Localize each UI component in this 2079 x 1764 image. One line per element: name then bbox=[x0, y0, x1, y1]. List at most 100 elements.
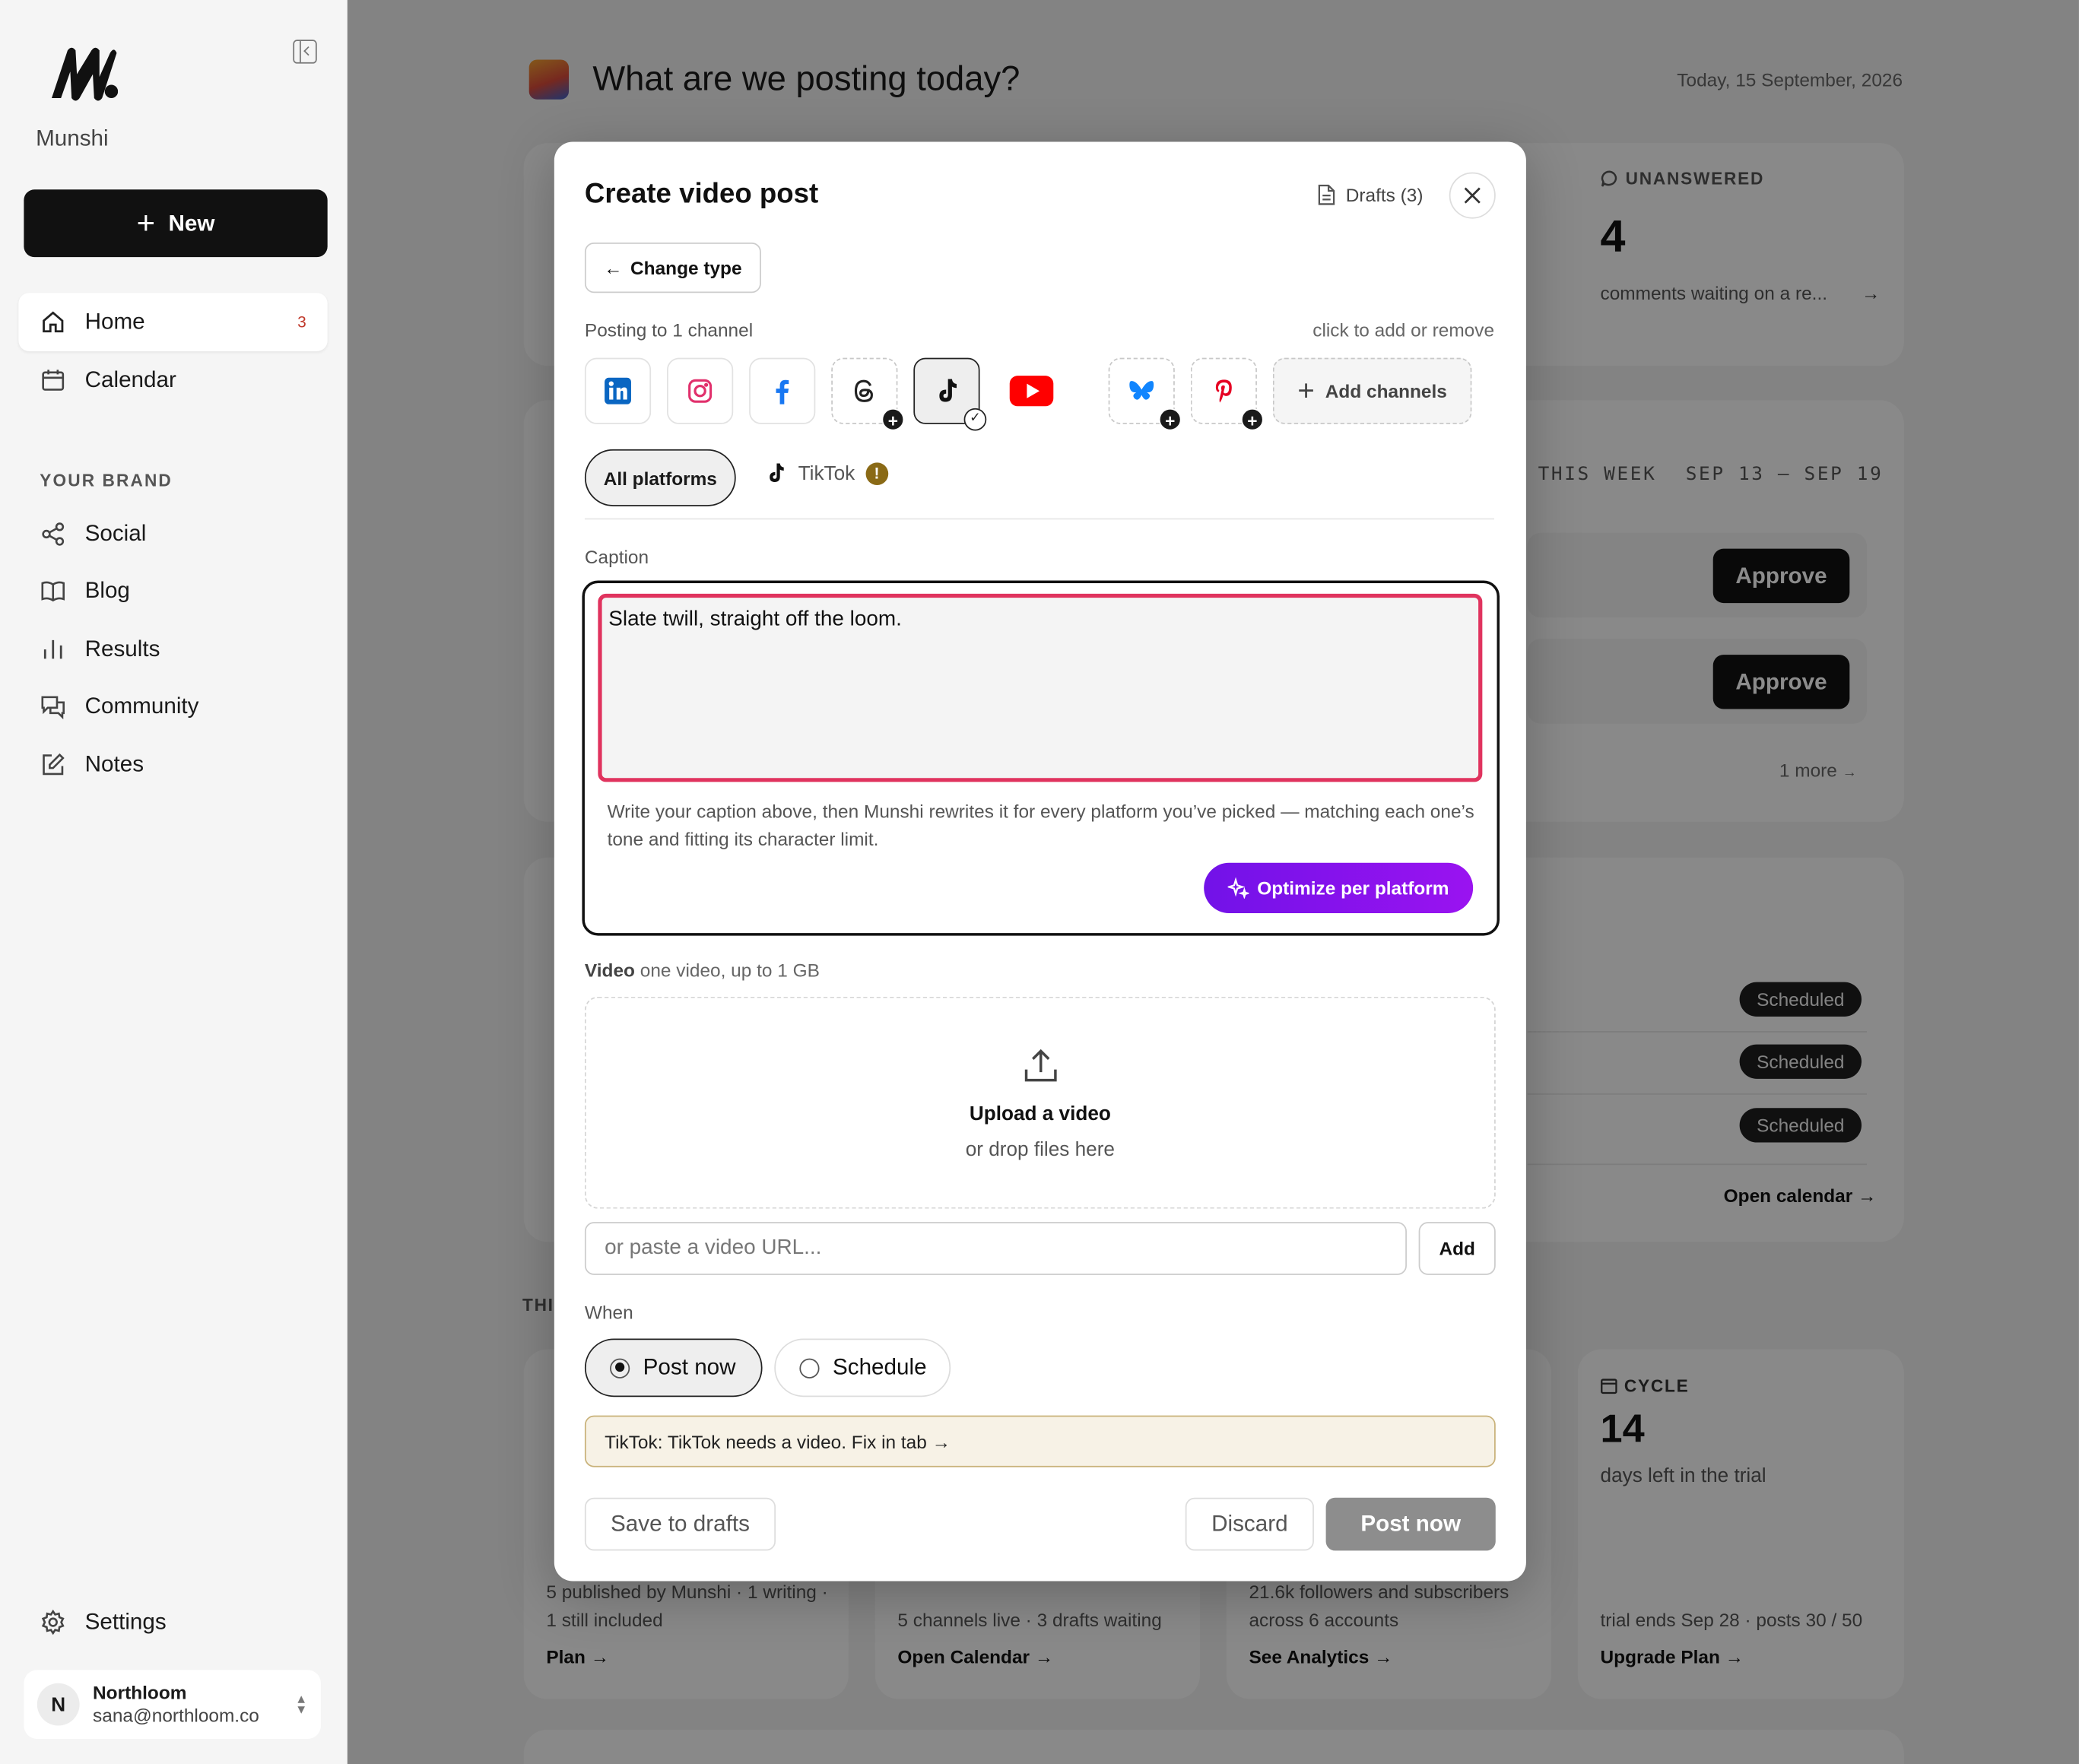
sparkle-icon bbox=[1227, 877, 1249, 899]
post-now-button[interactable]: Post now bbox=[1325, 1497, 1496, 1551]
video-dropzone[interactable]: Upload a video or drop files here bbox=[584, 996, 1496, 1209]
avatar: N bbox=[37, 1683, 80, 1726]
sidebar-item-label: Results bbox=[84, 636, 160, 662]
channel-linkedin[interactable] bbox=[584, 357, 652, 424]
divider bbox=[584, 518, 1495, 520]
upload-icon bbox=[1024, 1049, 1057, 1082]
new-button[interactable]: + New bbox=[24, 189, 328, 258]
sidebar-item-social[interactable]: Social bbox=[18, 505, 327, 563]
new-button-label: New bbox=[168, 210, 215, 236]
channel-pinterest[interactable]: + bbox=[1190, 357, 1264, 431]
post-now-option[interactable]: Post now bbox=[584, 1338, 763, 1398]
add-badge-icon: + bbox=[881, 408, 905, 431]
collapse-sidebar-icon[interactable] bbox=[293, 40, 317, 64]
account-email: sana@northloom.co bbox=[93, 1704, 259, 1726]
sidebar-item-home[interactable]: Home 3 bbox=[18, 293, 328, 351]
edit-note-icon bbox=[43, 753, 65, 776]
sidebar-item-label: Notes bbox=[84, 751, 144, 777]
channel-instagram[interactable] bbox=[667, 357, 734, 424]
create-video-post-dialog: Create video post Drafts (3) ← Change ty… bbox=[554, 141, 1526, 1582]
check-badge-icon: ✓ bbox=[963, 408, 987, 431]
schedule-option-label: Schedule bbox=[832, 1354, 927, 1380]
save-to-drafts-button[interactable]: Save to drafts bbox=[584, 1497, 776, 1551]
plus-icon: + bbox=[136, 205, 156, 241]
home-icon bbox=[43, 311, 64, 333]
sidebar: Munshi + New Home 3 Calendar YOUR BRAND … bbox=[0, 0, 348, 1764]
section-label-your-brand: YOUR BRAND bbox=[40, 470, 173, 490]
pinterest-icon bbox=[1215, 379, 1232, 403]
posting-hint: click to add or remove bbox=[1312, 319, 1495, 341]
when-label: When bbox=[584, 1301, 633, 1323]
sidebar-item-label: Community bbox=[84, 693, 199, 719]
warning-icon: ! bbox=[865, 462, 888, 485]
upload-title: Upload a video bbox=[969, 1102, 1111, 1125]
change-type-label: Change type bbox=[630, 257, 742, 279]
channel-bluesky[interactable]: + bbox=[1108, 357, 1182, 431]
share-icon bbox=[42, 522, 65, 546]
add-channels-label: Add channels bbox=[1325, 380, 1447, 402]
close-button[interactable] bbox=[1449, 172, 1496, 219]
caption-help-text: Write your caption above, then Munshi re… bbox=[607, 800, 1474, 850]
bar-chart-icon bbox=[43, 639, 62, 659]
threads-icon bbox=[854, 379, 873, 402]
video-url-input[interactable] bbox=[584, 1222, 1407, 1275]
brand-name: Munshi bbox=[36, 125, 109, 151]
sidebar-item-settings[interactable]: Settings bbox=[18, 1593, 327, 1651]
posting-label: Posting to 1 channel bbox=[584, 319, 754, 341]
upload-subtitle: or drop files here bbox=[965, 1138, 1115, 1161]
close-icon bbox=[1464, 187, 1481, 204]
sidebar-item-label: Blog bbox=[84, 577, 130, 604]
account-switcher[interactable]: N Northloom sana@northloom.co ▴ ▾ bbox=[24, 1670, 321, 1739]
channel-youtube[interactable] bbox=[998, 357, 1065, 424]
tiktok-icon bbox=[939, 379, 957, 402]
channel-tiktok[interactable]: ✓ bbox=[913, 357, 987, 431]
add-channels-button[interactable]: + Add channels bbox=[1272, 357, 1472, 424]
tiktok-icon bbox=[770, 463, 784, 482]
drafts-button[interactable]: Drafts (3) bbox=[1316, 184, 1423, 205]
channel-facebook[interactable] bbox=[749, 357, 816, 424]
sidebar-item-label: Home bbox=[84, 309, 145, 335]
sidebar-item-label: Settings bbox=[84, 1609, 167, 1635]
linkedin-icon bbox=[605, 377, 631, 405]
facebook-icon bbox=[776, 379, 789, 405]
tab-all-platforms[interactable]: All platforms bbox=[584, 449, 736, 506]
arrow-left-icon: ← bbox=[604, 257, 623, 279]
post-now-option-label: Post now bbox=[643, 1354, 736, 1380]
add-badge-icon: + bbox=[1158, 408, 1182, 431]
sidebar-item-notes[interactable]: Notes bbox=[18, 735, 327, 794]
caption-label: Caption bbox=[584, 546, 649, 568]
schedule-option[interactable]: Schedule bbox=[774, 1338, 951, 1398]
home-count-badge: 3 bbox=[297, 313, 306, 332]
dialog-title: Create video post bbox=[584, 179, 819, 210]
video-label: Video one video, up to 1 GB bbox=[584, 960, 820, 981]
gear-icon bbox=[41, 1609, 65, 1636]
sidebar-item-calendar[interactable]: Calendar bbox=[18, 351, 327, 410]
radio-empty-icon bbox=[799, 1357, 820, 1378]
tab-tiktok[interactable]: TikTok ! bbox=[763, 462, 888, 485]
caption-textarea[interactable]: Slate twill, straight off the loom. bbox=[598, 593, 1483, 782]
optimize-per-platform-button[interactable]: Optimize per platform bbox=[1204, 862, 1474, 913]
account-name: Northloom bbox=[93, 1681, 187, 1703]
drafts-label: Drafts (3) bbox=[1345, 184, 1424, 206]
add-url-button[interactable]: Add bbox=[1418, 1222, 1496, 1275]
tab-tiktok-label: TikTok bbox=[798, 462, 855, 485]
change-type-button[interactable]: ← Change type bbox=[584, 242, 761, 293]
sidebar-item-label: Social bbox=[84, 521, 147, 547]
sidebar-item-label: Calendar bbox=[84, 366, 176, 392]
chat-icon bbox=[41, 696, 65, 720]
optimize-label: Optimize per platform bbox=[1257, 877, 1449, 899]
sidebar-item-community[interactable]: Community bbox=[18, 677, 327, 736]
bluesky-icon bbox=[1129, 381, 1154, 400]
instagram-icon bbox=[688, 379, 713, 403]
add-badge-icon: + bbox=[1241, 408, 1264, 431]
youtube-icon bbox=[1009, 376, 1054, 407]
sidebar-item-results[interactable]: Results bbox=[18, 620, 327, 679]
plus-icon: + bbox=[1297, 373, 1315, 408]
discard-button[interactable]: Discard bbox=[1185, 1497, 1314, 1551]
caption-panel: Slate twill, straight off the loom. Writ… bbox=[582, 580, 1500, 936]
calendar-icon bbox=[42, 370, 65, 391]
sidebar-item-blog[interactable]: Blog bbox=[18, 562, 327, 620]
book-icon bbox=[41, 581, 65, 602]
tiktok-warning-alert[interactable]: TikTok: TikTok needs a video. Fix in tab… bbox=[584, 1415, 1496, 1467]
channel-threads[interactable]: + bbox=[831, 357, 905, 431]
